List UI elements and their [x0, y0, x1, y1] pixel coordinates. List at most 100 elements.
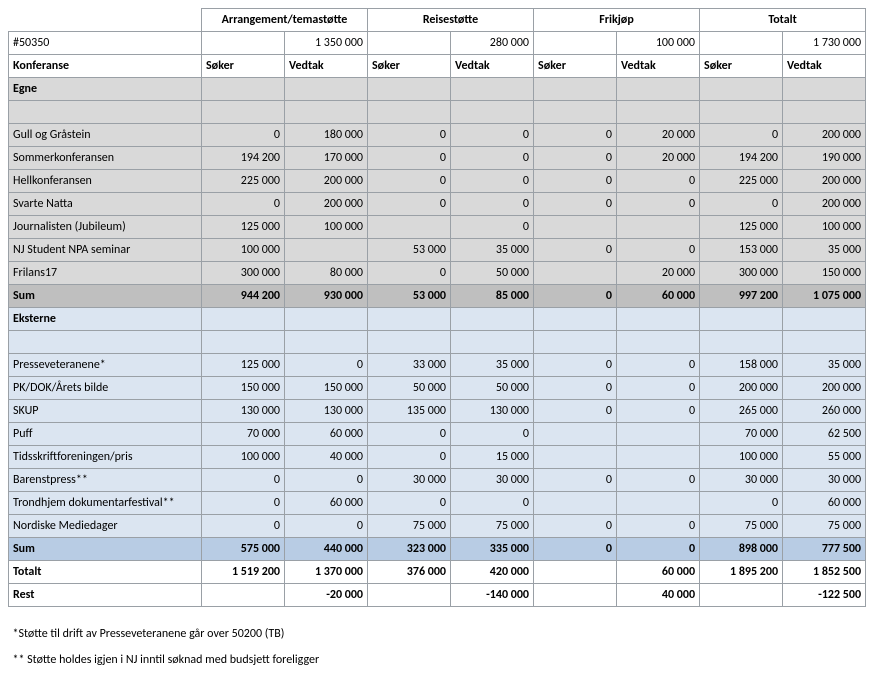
cell: 0 [202, 492, 285, 515]
eksterne-row-1: PK/DOK/Årets bilde150 000150 00050 00050… [9, 377, 866, 400]
cell: 60 000 [285, 492, 368, 515]
eksterne-blank-row [9, 331, 866, 354]
rest-cell: 40 000 [617, 584, 700, 607]
cell: 125 000 [202, 354, 285, 377]
cell: 0 [700, 492, 783, 515]
cell: 100 000 [285, 216, 368, 239]
cell: 60 000 [285, 423, 368, 446]
sum-cell: 0 [534, 285, 617, 308]
cell: 158 000 [700, 354, 783, 377]
cell: 300 000 [202, 262, 285, 285]
cell: 0 [202, 193, 285, 216]
subcol-5: Vedtak [617, 55, 700, 78]
sum-cell: 898 000 [700, 538, 783, 561]
sum-cell: 944 200 [202, 285, 285, 308]
cell: 15 000 [451, 446, 534, 469]
cell: 194 200 [700, 147, 783, 170]
sum-cell: 440 000 [285, 538, 368, 561]
cell: 0 [368, 124, 451, 147]
header-groups: Arrangement/temastøtteReisestøtteFrikjøp… [9, 9, 866, 32]
subcol-2: Søker [368, 55, 451, 78]
cell: 125 000 [700, 216, 783, 239]
eksterne-label: Eksterne [9, 308, 202, 331]
cell: 180 000 [285, 124, 368, 147]
egne-row-3: Svarte Natta0200 00000000200 000 [9, 193, 866, 216]
footnote-text: *Støtte til drift av Presseveteranene gå… [9, 619, 866, 645]
row-name: Hellkonferansen [9, 170, 202, 193]
sum-cell: 1 075 000 [783, 285, 866, 308]
cell: 170 000 [285, 147, 368, 170]
eksterne-row-5: Barenstpress**0030 00030 0000030 00030 0… [9, 469, 866, 492]
rest-cell: -140 000 [451, 584, 534, 607]
cell: 194 200 [202, 147, 285, 170]
cell: 33 000 [368, 354, 451, 377]
cell: 70 000 [700, 423, 783, 446]
eksterne-row-4: Tidsskriftforeningen/pris100 00040 00001… [9, 446, 866, 469]
sum-cell: 323 000 [368, 538, 451, 561]
cell [617, 423, 700, 446]
egne-label: Egne [9, 78, 202, 101]
footnote-text: ** Støtte holdes igjen i NJ inntil søkna… [9, 645, 866, 671]
cell: 0 [617, 400, 700, 423]
cell: 20 000 [617, 262, 700, 285]
cell: 0 [285, 469, 368, 492]
cell: 0 [617, 469, 700, 492]
egne-row-0: Gull og Gråstein0180 00000020 0000200 00… [9, 124, 866, 147]
egne-sum-row: Sum944 200930 00053 00085 000060 000997 … [9, 285, 866, 308]
row-name: Svarte Natta [9, 193, 202, 216]
rest-cell [368, 584, 451, 607]
ref-cell: #50350 [9, 32, 202, 55]
eksterne-row-3: Puff70 00060 0000070 00062 500 [9, 423, 866, 446]
cell: 0 [534, 147, 617, 170]
sum-cell: 0 [534, 538, 617, 561]
cell: 0 [368, 423, 451, 446]
budget-table: Arrangement/temastøtteReisestøtteFrikjøp… [8, 8, 866, 671]
rest-cell [202, 584, 285, 607]
cell: 300 000 [700, 262, 783, 285]
cell: 0 [451, 216, 534, 239]
cell: 30 000 [783, 469, 866, 492]
cell: 70 000 [202, 423, 285, 446]
rest-cell: -122 500 [783, 584, 866, 607]
cell: 200 000 [783, 170, 866, 193]
cell: 100 000 [700, 446, 783, 469]
cell: 0 [534, 239, 617, 262]
totalt-cell: 1 519 200 [202, 561, 285, 584]
egne-row-4: Journalisten (Jubileum)125 000100 000012… [9, 216, 866, 239]
cell: 62 500 [783, 423, 866, 446]
eksterne-row-6: Trondhjem dokumentarfestival**060 000000… [9, 492, 866, 515]
totalt-cell: 1 895 200 [700, 561, 783, 584]
cell: 0 [617, 515, 700, 538]
sum-cell: 997 200 [700, 285, 783, 308]
cell: 35 000 [783, 239, 866, 262]
cell: 75 000 [451, 515, 534, 538]
cell [617, 216, 700, 239]
cell: 75 000 [783, 515, 866, 538]
cell: 100 000 [783, 216, 866, 239]
cell: 100 000 [202, 446, 285, 469]
row-name: Trondhjem dokumentarfestival** [9, 492, 202, 515]
cell: 265 000 [700, 400, 783, 423]
cell: 50 000 [451, 377, 534, 400]
cell: 0 [617, 239, 700, 262]
cell [368, 216, 451, 239]
cell: 153 000 [700, 239, 783, 262]
cell: 0 [617, 377, 700, 400]
eksterne-sum-row: Sum575 000440 000323 000335 00000898 000… [9, 538, 866, 561]
eksterne-label-row: Eksterne [9, 308, 866, 331]
cell: 150 000 [285, 377, 368, 400]
subcol-7: Vedtak [783, 55, 866, 78]
cell: 80 000 [285, 262, 368, 285]
cell: 0 [534, 400, 617, 423]
cell: 30 000 [700, 469, 783, 492]
cell: 0 [368, 147, 451, 170]
group-header-1: Reisestøtte [368, 9, 534, 32]
rest-cell [700, 584, 783, 607]
subcol-6: Søker [700, 55, 783, 78]
group-header-0: Arrangement/temastøtte [202, 9, 368, 32]
cell: 0 [451, 147, 534, 170]
egne-row-6: Frilans17300 00080 000050 00020 000300 0… [9, 262, 866, 285]
cell: 0 [534, 193, 617, 216]
cell: 30 000 [368, 469, 451, 492]
egne-blank-row [9, 101, 866, 124]
